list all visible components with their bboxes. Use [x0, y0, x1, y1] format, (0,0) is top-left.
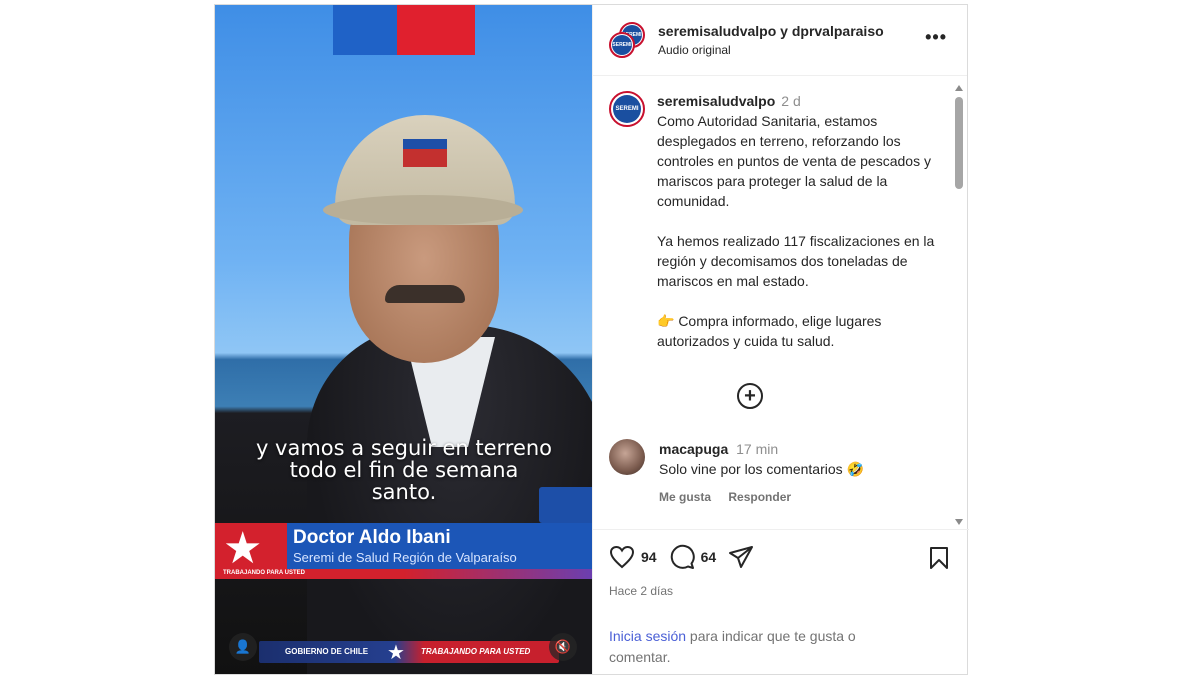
post-side-panel: SEREMI SEREMI seremisaludvalpo y dprvalp… — [592, 5, 969, 675]
plus-circle-icon: + — [744, 385, 756, 407]
post-authors[interactable]: seremisaludvalpo y dprvalparaiso — [658, 23, 884, 39]
caption-paragraph-1: Como Autoridad Sanitaria, estamos desple… — [657, 113, 931, 209]
scroll-down-arrow-icon[interactable] — [955, 519, 963, 525]
share-button[interactable] — [728, 545, 754, 569]
speaker-role: Seremi de Salud Región de Valparaíso — [293, 550, 517, 565]
send-icon — [729, 546, 754, 568]
lower-third-banner: ★ Doctor Aldo Ibani Seremi de Salud Regi… — [215, 523, 592, 579]
comment-button[interactable] — [669, 544, 695, 570]
speaker-name: Doctor Aldo Ibani — [293, 527, 451, 548]
comment-reply-button[interactable]: Responder — [728, 490, 791, 504]
comments-count[interactable]: 64 — [701, 549, 717, 565]
heart-icon — [609, 545, 635, 569]
post-header: SEREMI SEREMI seremisaludvalpo y dprvalp… — [593, 5, 967, 76]
avatar[interactable]: SEREMI — [609, 32, 635, 58]
comment-username[interactable]: macapuga — [659, 441, 728, 457]
scroll-up-arrow-icon[interactable] — [955, 85, 963, 91]
login-link[interactable]: Inicia sesión — [609, 628, 686, 644]
audio-label[interactable]: Audio original — [658, 43, 884, 57]
speaker-muted-icon: 🔇 — [554, 639, 572, 654]
tagged-users-button[interactable]: 👤 — [229, 633, 257, 661]
video-speaker-image — [287, 115, 592, 674]
star-icon: ★ — [223, 524, 263, 573]
subtitle-line-1: y vamos a seguir en terreno — [255, 436, 553, 460]
comment-time[interactable]: 17 min — [736, 441, 778, 457]
caption-paragraph-3: 👉 Compra informado, elige lugares autori… — [657, 313, 882, 349]
comment-text: Solo vine por los comentarios 🤣 — [659, 461, 864, 477]
comments-scroll-area[interactable]: SEREMI seremisaludvalpo 2 d Como Autorida… — [593, 77, 955, 525]
comment-item: macapuga 17 min Solo vine por los coment… — [609, 439, 864, 507]
save-button[interactable] — [929, 546, 949, 575]
mute-button[interactable]: 🔇 — [549, 633, 577, 661]
likes-count[interactable]: 94 — [641, 549, 657, 565]
banner-tagline: TRABAJANDO PARA USTED — [223, 570, 306, 576]
subtitle-line-3: santo. — [371, 480, 437, 504]
comment-bubble-icon — [670, 544, 695, 569]
avatar[interactable]: SEREMI — [609, 91, 645, 127]
post-video[interactable]: y vamos a seguir en terreno todo el fin … — [215, 5, 592, 674]
instagram-post: y vamos a seguir en terreno todo el fin … — [214, 4, 969, 675]
load-more-comments-button[interactable]: + — [737, 383, 763, 409]
scrollbar-thumb[interactable] — [955, 97, 963, 189]
more-options-button[interactable]: ••• — [925, 27, 947, 48]
caption-username[interactable]: seremisaludvalpo — [657, 93, 775, 109]
footer-right-text: TRABAJANDO PARA USTED — [421, 647, 531, 656]
scrollbar[interactable] — [953, 81, 965, 527]
collab-avatars[interactable]: SEREMI SEREMI — [609, 22, 645, 58]
login-prompt: Inicia sesión para indicar que te gusta … — [609, 626, 909, 668]
footer-left-text: GOBIERNO DE CHILE — [285, 647, 369, 656]
caption-paragraph-2: Ya hemos realizado 117 fiscalizaciones e… — [657, 233, 935, 289]
video-footer-bar: GOBIERNO DE CHILE ★ TRABAJANDO PARA USTE… — [259, 641, 559, 664]
caption-time[interactable]: 2 d — [781, 93, 800, 109]
bookmark-icon — [930, 547, 948, 569]
video-subtitle: y vamos a seguir en terreno todo el fin … — [215, 437, 592, 503]
avatar[interactable] — [609, 439, 645, 475]
post-actions: 94 64 Hace 2 días Inicia sesión para ind… — [593, 529, 969, 675]
subtitle-line-2: todo el fin de semana — [289, 458, 519, 482]
footer-star-icon: ★ — [387, 642, 405, 664]
post-date[interactable]: Hace 2 días — [609, 584, 673, 598]
post-caption: SEREMI seremisaludvalpo 2 d Como Autorida… — [593, 77, 955, 371]
user-icon: 👤 — [234, 639, 252, 654]
chile-flag-graphic — [333, 5, 475, 55]
like-button[interactable] — [609, 545, 635, 569]
comment-like-button[interactable]: Me gusta — [659, 490, 711, 504]
